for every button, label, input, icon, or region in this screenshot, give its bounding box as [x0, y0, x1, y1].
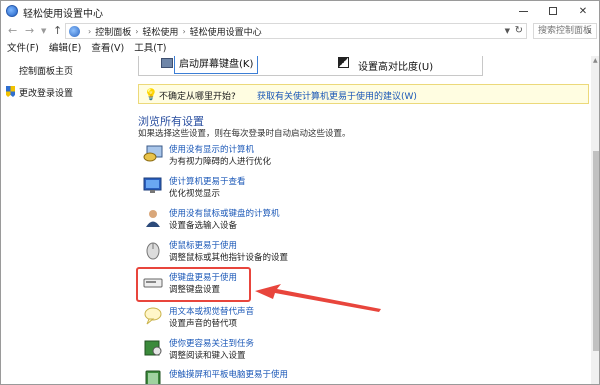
setting-item-desc: 优化视觉显示 — [169, 189, 221, 199]
breadcrumb-separator: › — [135, 26, 139, 36]
uac-shield-icon — [6, 86, 15, 97]
up-arrow-icon[interactable]: ↑ — [53, 24, 62, 37]
keyboard-icon — [161, 58, 173, 68]
scroll-up-icon[interactable]: ▲ — [593, 57, 598, 64]
breadcrumb-ease-of-access[interactable]: 轻松使用 — [142, 25, 178, 38]
window-title: 轻松使用设置中心 — [23, 9, 103, 20]
recent-pages-chevron-icon[interactable]: ▼ — [41, 27, 46, 35]
setting-item-desc: 调整阅读和键入设置 — [169, 351, 246, 361]
search-placeholder: 搜索控制面板 — [538, 26, 593, 36]
setting-item-desc: 为有视力障碍的人进行优化 — [169, 157, 272, 167]
breadcrumb-separator: › — [182, 26, 186, 36]
monitor-person-icon — [143, 145, 163, 162]
maximize-icon — [549, 7, 557, 15]
breadcrumb-ease-of-access-center[interactable]: 轻松使用设置中心 — [190, 25, 262, 38]
close-button[interactable]: ✕ — [569, 1, 597, 21]
breadcrumb-separator: › — [88, 26, 92, 36]
setting-item-no-mouse-keyboard[interactable]: 使用没有鼠标或键盘的计算机 设置备选输入设备 — [143, 206, 443, 234]
setting-item-desc: 调整鼠标或其他指针设备的设置 — [169, 253, 289, 263]
main-content: 启动屏幕键盘(K) 设置高对比度(U) 💡 不确定从哪里开始? 获取有关使计算机… — [129, 56, 591, 384]
breadcrumb-control-panel[interactable]: 控制面板 — [95, 25, 131, 38]
minimize-icon — [518, 10, 528, 12]
ease-of-access-window: 轻松使用设置中心 ✕ ← → ▼ ↑ › 控制面板 › 轻松使用 › 轻松使用设… — [0, 0, 600, 385]
setting-item-title[interactable]: 使用没有鼠标或键盘的计算机 — [169, 207, 280, 219]
setting-item-desc: 设置声音的替代项 — [169, 319, 238, 329]
back-arrow-icon[interactable]: ← — [8, 24, 17, 37]
lightbulb-icon: 💡 — [144, 88, 158, 101]
sidebar-item-home[interactable]: 控制面板主页 — [19, 64, 73, 77]
section-description: 如果选择这些设置，则在每次登录时自动启动这些设置。 — [138, 129, 351, 139]
refresh-icon[interactable]: ↻ — [515, 25, 523, 36]
sidebar: 控制面板主页 更改登录设置 — [1, 56, 129, 384]
close-icon: ✕ — [578, 5, 588, 17]
tablet-icon — [145, 370, 161, 384]
setting-item-use-without-display[interactable]: 使用没有显示的计算机 为有视力障碍的人进行优化 — [143, 142, 443, 170]
display-icon — [143, 177, 162, 193]
maximize-button[interactable] — [539, 1, 567, 21]
setting-item-title[interactable]: 使触摸屏和平板电脑更易于使用 — [169, 368, 288, 380]
control-panel-icon — [6, 5, 18, 17]
minimize-button[interactable] — [509, 1, 537, 21]
annotation-highlight-box — [136, 267, 251, 302]
setting-item-title[interactable]: 使用没有显示的计算机 — [169, 143, 254, 155]
breadcrumb[interactable]: › 控制面板 › 轻松使用 › 轻松使用设置中心 ▼ ↻ — [65, 23, 527, 39]
person-icon — [146, 210, 160, 227]
setting-item-title[interactable]: 用文本或视觉替代声音 — [169, 305, 254, 317]
setting-item-easier-to-see[interactable]: 使计算机更易于查看 优化视觉显示 — [143, 174, 443, 202]
menu-tools[interactable]: 工具(T) — [134, 41, 166, 56]
scroll-thumb[interactable] — [593, 151, 599, 351]
title-bar: 轻松使用设置中心 ✕ — [1, 1, 599, 21]
annotation-arrow-icon — [255, 284, 381, 312]
forward-arrow-icon[interactable]: → — [25, 24, 34, 37]
high-contrast-icon — [338, 57, 349, 68]
setting-item-title[interactable]: 使你更容易关注到任务 — [169, 337, 254, 349]
tip-text: 不确定从哪里开始? — [159, 92, 236, 102]
address-dropdown-chevron-icon[interactable]: ▼ — [505, 27, 510, 35]
menu-bar: 文件(F) 编辑(E) 查看(V) 工具(T) — [1, 41, 599, 56]
vertical-scrollbar[interactable]: ▲ — [591, 56, 599, 384]
menu-view[interactable]: 查看(V) — [91, 41, 124, 56]
tip-bar: 💡 不确定从哪里开始? 获取有关使计算机更易于使用的建议(W) — [138, 84, 589, 104]
recommendations-link[interactable]: 获取有关使计算机更易于使用的建议(W) — [257, 89, 417, 102]
sidebar-item-login-settings[interactable]: 更改登录设置 — [19, 86, 73, 99]
task-focus-icon — [144, 340, 162, 356]
control-panel-icon — [69, 25, 80, 37]
setting-item-title[interactable]: 使计算机更易于查看 — [169, 175, 246, 187]
mouse-icon — [146, 242, 160, 260]
menu-file[interactable]: 文件(F) — [7, 41, 39, 56]
setting-item-title[interactable]: 使鼠标更易于使用 — [169, 239, 237, 251]
address-bar: ← → ▼ ↑ › 控制面板 › 轻松使用 › 轻松使用设置中心 ▼ ↻ 搜索控… — [1, 21, 599, 41]
speech-bubble-icon — [144, 307, 162, 325]
setting-item-touch-tablet[interactable]: 使触摸屏和平板电脑更易于使用 — [143, 367, 443, 384]
setting-item-mouse[interactable]: 使鼠标更易于使用 调整鼠标或其他指针设备的设置 — [143, 238, 443, 266]
search-input[interactable]: 搜索控制面板 ⌕ — [533, 23, 597, 39]
high-contrast-link[interactable]: 设置高对比度(U) — [358, 58, 433, 73]
quick-access-panel: 启动屏幕键盘(K) 设置高对比度(U) — [138, 56, 483, 76]
setting-item-focus-tasks[interactable]: 使你更容易关注到任务 调整阅读和键入设置 — [143, 336, 443, 364]
menu-edit[interactable]: 编辑(E) — [49, 41, 81, 56]
setting-item-desc: 设置备选输入设备 — [169, 221, 238, 231]
search-icon: ⌕ — [586, 27, 592, 37]
start-on-screen-keyboard-button[interactable]: 启动屏幕键盘(K) — [174, 56, 259, 74]
